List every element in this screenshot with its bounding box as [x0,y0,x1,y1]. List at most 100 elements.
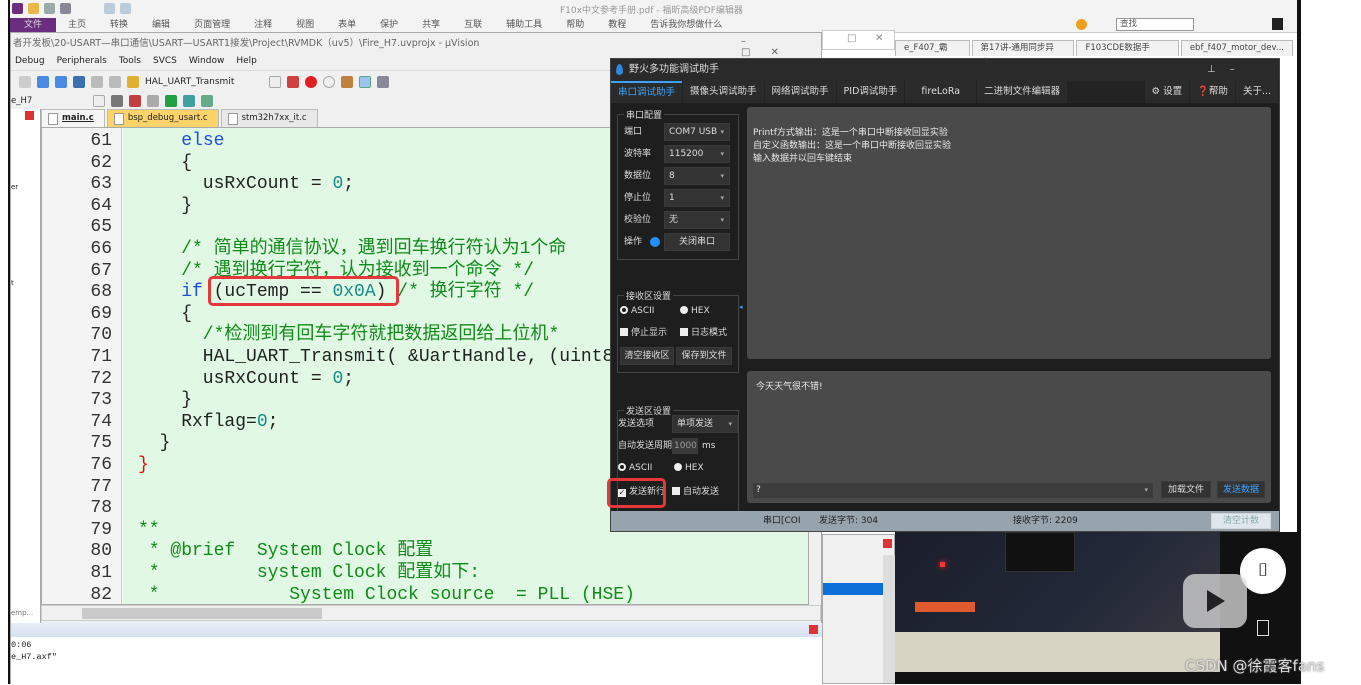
stop-display-checkbox[interactable]: 停止显示 [620,324,667,342]
tab-bsp-debug-usart-c[interactable]: bsp_debug_usart.c [106,109,219,127]
databits-select[interactable]: 8 [664,167,730,185]
selected-row[interactable] [823,583,883,595]
auto-send-checkbox[interactable]: 自动发送 [672,483,719,501]
save-to-file-button[interactable]: 保存到文件 [676,347,732,365]
menu-home[interactable]: 主页 [56,18,98,32]
menu-comment[interactable]: 注释 [242,18,284,32]
undo-icon[interactable] [104,3,115,14]
baud-select[interactable]: 115200 [664,145,730,163]
menu-share[interactable]: 共享 [410,18,452,32]
send-area[interactable]: 今天天气很不错! ? ▾ 加载文件 发送数据 [747,371,1271,503]
menu-page[interactable]: 页面管理 [182,18,242,32]
tab-camera[interactable]: 摄像头调试助手 [683,81,764,103]
window-controls[interactable]: –□✕ [741,36,821,58]
user-icon[interactable] [1272,18,1283,30]
settings-button[interactable]: ⚙ 设置 [1144,81,1190,103]
options-icon[interactable] [111,95,123,107]
about-button[interactable]: 关于... [1235,81,1278,103]
tab-network[interactable]: 网络调试助手 [764,81,836,103]
window-layout-icon[interactable] [359,75,371,88]
log-mode-checkbox[interactable]: 日志模式 [680,324,727,342]
open-icon[interactable] [28,3,39,14]
scroll-thumb[interactable] [82,608,322,619]
target-dropdown-icon[interactable] [93,95,105,107]
comment-icon[interactable] [109,75,121,88]
menu-protect[interactable]: 保护 [368,18,410,32]
tab-firelora[interactable]: fireLoRa [905,81,977,103]
manage-icon[interactable] [129,95,141,107]
history-combo[interactable]: ? ▾ [753,483,1153,498]
debug-icon[interactable] [287,75,299,88]
nav-forward-icon[interactable] [55,75,67,88]
send-hex-radio[interactable]: HEX [674,459,704,477]
find-in-files-icon[interactable] [127,75,139,88]
menu-tutorial[interactable]: 教程 [596,18,638,32]
tab-stm32h7xx-it-c[interactable]: stm32h7xx_it.c [220,109,318,127]
close-icon[interactable]: ✕ [875,33,883,44]
print-icon[interactable] [60,3,71,14]
maximize-icon[interactable]: □ [847,33,856,44]
disable-breakpoint-icon[interactable] [323,75,335,88]
menu-tools[interactable]: Tools [119,53,141,69]
send-option-select[interactable]: 单项发送 [672,415,738,433]
pack-icon[interactable] [183,95,195,107]
close-port-button[interactable]: 关闭串口 [664,233,730,251]
redo-icon[interactable] [19,75,31,88]
indent-icon[interactable] [91,75,103,88]
send-ascii-radio[interactable]: ASCII [618,459,652,477]
notification-icon[interactable] [1076,19,1087,30]
menu-svcs[interactable]: SVCS [153,53,177,69]
menu-file[interactable]: 文件 [10,18,57,32]
menu-tools[interactable]: 辅助工具 [494,18,554,32]
target-select[interactable]: e_H7 [11,96,87,106]
period-input[interactable]: 1000 [672,438,698,454]
menu-form[interactable]: 表单 [326,18,368,32]
redo-icon[interactable] [120,3,131,14]
collapse-arrow-icon[interactable]: ◂ [739,303,743,311]
menu-help[interactable]: 帮助 [554,18,596,32]
close-output-icon[interactable] [809,625,818,634]
port-select[interactable]: COM7 USB [664,123,730,141]
menu-view[interactable]: 视图 [284,18,326,32]
save-icon[interactable] [44,3,55,14]
tab-pid[interactable]: PID调试助手 [836,81,905,103]
diamond-green-icon[interactable] [165,95,177,107]
menu-debug[interactable]: Debug [15,53,45,69]
doc-tab[interactable]: ebf_f407_motor_dev... [1180,40,1294,56]
menu-peripherals[interactable]: Peripherals [57,53,107,69]
wrench-icon[interactable] [377,75,389,88]
doc-tab[interactable]: e_F407_霸天... [895,40,970,68]
send-data-button[interactable]: 发送数据 [1217,481,1265,498]
editor-horizontal-scrollbar[interactable] [41,605,821,621]
tab-binary-editor[interactable]: 二进制文件编辑器 [977,81,1068,103]
recv-hex-radio[interactable]: HEX [680,302,710,320]
document-icon[interactable] [1257,620,1269,636]
copy-icon[interactable] [147,95,159,107]
breakpoint-icon[interactable] [305,75,317,88]
tell-me-search[interactable]: 告诉我你想做什么 [638,18,734,32]
close-panel-icon[interactable] [883,539,892,548]
bookmark-icon[interactable] [73,75,85,88]
side-scrollbar[interactable] [883,555,895,683]
clear-count-button[interactable]: 清空计数 [1211,513,1271,529]
dropdown-icon[interactable] [269,75,281,88]
tab-serial[interactable]: 串口调试助手 [611,81,683,103]
nav-back-icon[interactable] [37,75,49,88]
doc-tab[interactable]: F103CDE数据手册.pdf [1076,40,1179,68]
receive-area[interactable]: Printf方式输出：这是一个串口中断接收回显实验 自定义函数输出：这是一个串口… [747,107,1271,359]
menu-connect[interactable]: 互联 [452,18,494,32]
kill-breakpoints-icon[interactable] [341,75,353,88]
clear-receive-button[interactable]: 清空接收区 [620,347,674,365]
menu-window[interactable]: Window [189,53,225,69]
parity-select[interactable]: 无 [664,211,730,229]
close-panel-icon[interactable] [25,111,34,120]
menu-convert[interactable]: 转换 [98,18,140,32]
component-icon[interactable] [201,95,213,107]
pdf-search-input[interactable]: 查找 [1116,18,1194,31]
tab-main-c[interactable]: main.c [41,109,105,127]
menu-help[interactable]: Help [236,53,257,69]
menu-edit[interactable]: 编辑 [140,18,182,32]
stopbits-select[interactable]: 1 [664,189,730,207]
load-file-button[interactable]: 加载文件 [1161,481,1211,498]
project-tab[interactable]: emp... [11,609,33,617]
